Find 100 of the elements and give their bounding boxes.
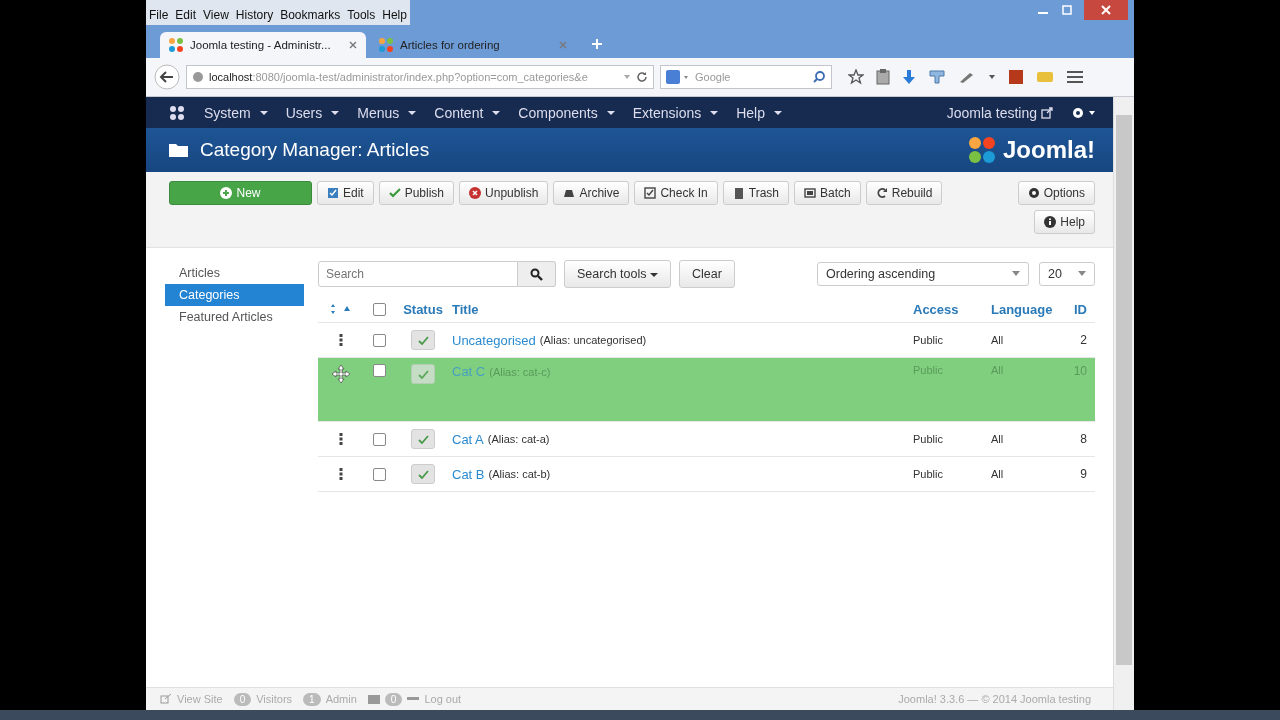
close-icon[interactable] [348, 40, 358, 50]
admin-menu-item[interactable]: Extensions [632, 104, 702, 121]
admin-menu-item[interactable]: Content [434, 104, 484, 121]
toolbar-button[interactable]: Options [1017, 181, 1095, 205]
caret-icon[interactable] [331, 109, 340, 116]
clipboard-icon[interactable] [876, 69, 890, 85]
alias-text: (Alias: cat-b) [488, 468, 551, 480]
caret-icon[interactable] [988, 73, 996, 81]
maximize-icon[interactable] [1060, 4, 1074, 16]
sidebar-item[interactable]: Featured Articles [165, 306, 304, 328]
row-checkbox[interactable] [372, 467, 386, 481]
admin-menu-item[interactable]: Menus [357, 104, 400, 121]
ordering-dropdown[interactable]: Ordering ascending [817, 262, 1029, 286]
settings-icon[interactable] [1071, 105, 1097, 120]
site-link[interactable]: Joomla testing [946, 104, 1037, 121]
menu-item[interactable]: Bookmarks [280, 8, 341, 22]
caret-icon[interactable] [492, 109, 501, 116]
clear-button[interactable]: Clear [678, 260, 735, 288]
search-tools-button[interactable]: Search tools [564, 260, 671, 288]
menu-item[interactable]: Help [382, 8, 407, 22]
column-header[interactable]: Access [913, 301, 959, 317]
publish-toggle[interactable] [411, 330, 435, 350]
menu-item[interactable]: View [203, 8, 229, 22]
column-header[interactable]: Language [991, 301, 1053, 317]
toolbar-button[interactable]: Edit [317, 181, 374, 205]
sidebar-item[interactable]: Categories [165, 284, 304, 306]
row-checkbox[interactable] [372, 432, 386, 446]
search-button[interactable] [518, 261, 556, 287]
publish-toggle[interactable] [411, 364, 435, 384]
caret-icon[interactable] [710, 109, 719, 116]
search-field[interactable]: Search [318, 261, 518, 287]
toolbar-button[interactable]: Unpublish [459, 181, 549, 205]
toolbar-button[interactable]: Batch [794, 181, 861, 205]
sort-icon[interactable] [330, 304, 352, 314]
toolbar-button[interactable]: Rebuild [865, 181, 943, 205]
admin-menu-item[interactable]: System [204, 104, 251, 121]
check-icon [417, 369, 429, 379]
category-link[interactable]: Cat B [452, 466, 485, 482]
drag-handle-icon[interactable] [339, 433, 343, 445]
reload-icon[interactable] [636, 71, 648, 83]
admin-menu-item[interactable]: Help [736, 104, 765, 121]
addon-icon[interactable] [1008, 69, 1024, 85]
browser-tab[interactable]: Joomla testing - Administr... [160, 32, 366, 58]
toolbar-button[interactable]: Archive [553, 181, 630, 205]
admin-menu-item[interactable]: Components [518, 104, 598, 121]
toolbar-button[interactable]: Check In [634, 181, 718, 205]
column-header[interactable]: Status [403, 301, 443, 317]
count-badge: 1 [303, 692, 321, 706]
table-cell: 9 [1080, 467, 1087, 481]
category-link[interactable]: Uncategorised [452, 332, 536, 348]
toolbar-button[interactable]: Trash [722, 181, 790, 205]
caret-icon[interactable] [259, 109, 268, 116]
publish-toggle[interactable] [411, 429, 435, 449]
toolbar-button[interactable]: Publish [378, 181, 455, 205]
column-header[interactable]: Title [452, 301, 479, 317]
drag-handle-icon[interactable] [339, 468, 343, 480]
browser-tab[interactable]: Articles for ordering [370, 32, 576, 58]
plus-icon[interactable] [590, 37, 604, 51]
search-icon[interactable] [812, 70, 826, 84]
archive-icon [563, 187, 576, 199]
count-badge: 0 [384, 692, 403, 706]
settings-icon [1027, 187, 1040, 199]
category-link[interactable]: Cat A [452, 431, 484, 447]
move-icon[interactable] [331, 364, 351, 384]
toolbar-button[interactable]: Help [1034, 210, 1095, 234]
menu-item[interactable]: History [235, 8, 274, 22]
drag-handle-icon[interactable] [339, 334, 343, 346]
caret-icon[interactable] [408, 109, 417, 116]
star-icon[interactable] [848, 69, 864, 85]
select-all-checkbox[interactable] [372, 302, 386, 316]
trash-icon [732, 187, 745, 199]
check-icon [388, 187, 401, 199]
check-icon [417, 335, 429, 345]
search-engine-icon [666, 70, 690, 84]
x-circle-icon [469, 187, 482, 199]
admin-menu-item[interactable]: Users [285, 104, 323, 121]
scrollbar[interactable] [1113, 97, 1134, 710]
sidebar-item[interactable]: Articles [165, 262, 304, 284]
download-icon[interactable] [902, 69, 916, 85]
column-header[interactable]: ID [1074, 301, 1087, 317]
envelope-icon[interactable] [367, 694, 380, 704]
logo-text: Joomla! [1003, 136, 1095, 164]
close-icon[interactable] [1084, 0, 1128, 20]
tab-title: Articles for ordering [400, 39, 501, 51]
address-field[interactable]: localhost:8080/joomla-test/administrator/index.php?option=com_categories&e [186, 65, 654, 89]
row-checkbox[interactable] [372, 333, 386, 347]
colorful-logo-icon [967, 135, 997, 165]
row-checkbox[interactable] [372, 364, 386, 377]
menu-icon[interactable] [1066, 70, 1084, 84]
limit-dropdown[interactable]: 20 [1039, 262, 1095, 286]
menu-item[interactable]: File [149, 8, 169, 22]
caret-icon[interactable] [606, 109, 615, 116]
caret-icon[interactable] [774, 109, 782, 116]
menu-item[interactable]: Edit [175, 8, 197, 22]
info-icon [1044, 216, 1057, 228]
external-link-icon[interactable] [1041, 106, 1053, 119]
minus-icon[interactable] [407, 697, 420, 701]
publish-toggle[interactable] [411, 464, 435, 484]
menu-item[interactable]: Tools [347, 8, 376, 22]
check-icon [417, 434, 429, 444]
